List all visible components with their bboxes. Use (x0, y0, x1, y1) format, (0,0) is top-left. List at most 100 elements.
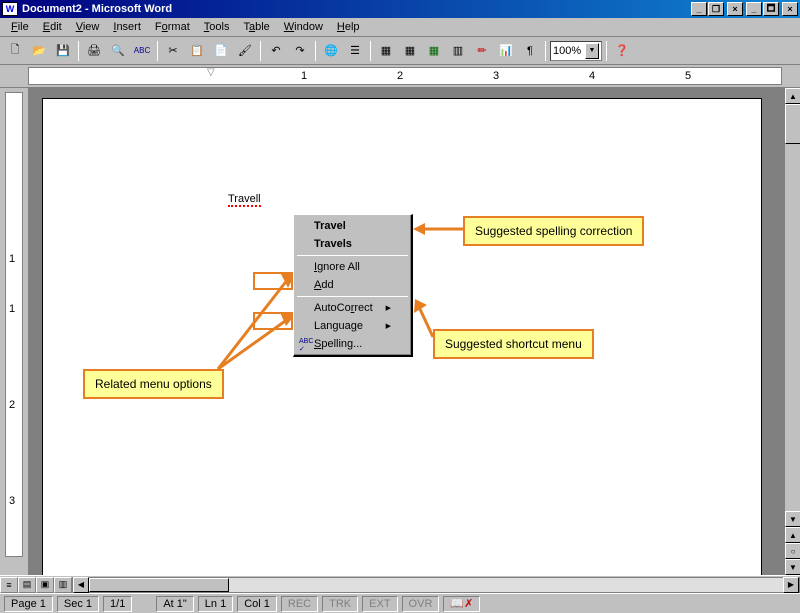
tables-button[interactable]: ▦ (375, 40, 397, 62)
prev-page-button[interactable]: ▲ (785, 527, 800, 543)
horizontal-ruler[interactable]: 1 2 3 4 5 ▽ (28, 67, 782, 85)
scroll-left-button[interactable]: ◀ (73, 577, 89, 593)
menu-format[interactable]: Format (148, 19, 197, 35)
minimize-button-outer[interactable]: _ (691, 2, 707, 16)
divider (157, 41, 158, 61)
ruler-mark: 1 (301, 70, 307, 82)
outline-view-button[interactable]: ▤ (18, 577, 36, 593)
page-layout-view-button[interactable]: ▣ (36, 577, 54, 593)
misspelled-word[interactable]: Travell (228, 189, 261, 207)
spelling-button[interactable]: ABC (131, 40, 153, 62)
ruler-mark: 5 (685, 70, 691, 82)
standard-toolbar: 🗋 📂 💾 🖨 🔍 ABC ✂ 📋 📄 🖌 ↶ ↷ 🌐 ☰ ▦ ▦ ▦ ▥ ✏ … (0, 37, 800, 65)
redo-button[interactable]: ↷ (289, 40, 311, 62)
document-viewport[interactable]: Travell Travel Travels Ignore All Add Au… (28, 88, 800, 575)
scroll-up-button[interactable]: ▲ (785, 88, 800, 104)
horizontal-scrollbar[interactable]: ◀ ▶ (72, 577, 800, 593)
close-button-inner[interactable]: × (782, 2, 798, 16)
autocorrect-item[interactable]: AutoCorrect▶ (296, 299, 409, 317)
menu-view[interactable]: View (69, 19, 107, 35)
print-preview-button[interactable]: 🔍 (107, 40, 129, 62)
vertical-ruler-col: 1 1 2 3 (0, 88, 28, 575)
callout-correction: Suggested spelling correction (463, 216, 644, 246)
divider (545, 41, 546, 61)
master-view-button[interactable]: ▥ (54, 577, 72, 593)
document-area: 1 1 2 3 Travell Travel Travels Ignore Al… (0, 88, 800, 575)
suggestion-travel[interactable]: Travel (296, 217, 409, 235)
browse-object-button[interactable]: ○ (785, 543, 800, 559)
scroll-down-button[interactable]: ▼ (785, 511, 800, 527)
menu-table[interactable]: Table (236, 19, 276, 35)
paste-button[interactable]: 📄 (210, 40, 232, 62)
close-button-outer[interactable]: × (727, 2, 743, 16)
zoom-dropdown-arrow[interactable]: ▼ (585, 43, 599, 59)
undo-button[interactable]: ↶ (265, 40, 287, 62)
menu-tools[interactable]: Tools (197, 19, 237, 35)
suggestion-travels[interactable]: Travels (296, 235, 409, 253)
zoom-combo[interactable]: 100% ▼ (550, 41, 602, 61)
vertical-scrollbar[interactable]: ▲ ▼ ▲ ○ ▼ (784, 88, 800, 575)
indent-marker[interactable]: ▽ (207, 67, 215, 78)
spelling-item[interactable]: ABC✓Spelling... (296, 335, 409, 353)
window-controls: _ ❐ × _ 🗖 × (691, 2, 798, 16)
status-rec[interactable]: REC (281, 596, 318, 612)
print-button[interactable]: 🖨 (83, 40, 105, 62)
status-page: Page 1 (4, 596, 53, 612)
next-page-button[interactable]: ▼ (785, 559, 800, 575)
copy-button[interactable]: 📋 (186, 40, 208, 62)
menu-help[interactable]: Help (330, 19, 367, 35)
status-ext[interactable]: EXT (362, 596, 397, 612)
statusbar: Page 1 Sec 1 1/1 At 1" Ln 1 Col 1 REC TR… (0, 593, 800, 613)
ruler-area: 1 2 3 4 5 ▽ (0, 65, 800, 88)
insert-table-button[interactable]: ▦ (399, 40, 421, 62)
menu-edit[interactable]: Edit (36, 19, 69, 35)
columns-button[interactable]: ▥ (447, 40, 469, 62)
menu-separator (297, 255, 408, 256)
ruler-mark: 3 (493, 70, 499, 82)
excel-button[interactable]: ▦ (423, 40, 445, 62)
app-icon: W (2, 2, 18, 16)
menu-window[interactable]: Window (277, 19, 330, 35)
menu-file[interactable]: File (4, 19, 36, 35)
drawing-button[interactable]: ✏ (471, 40, 493, 62)
divider (606, 41, 607, 61)
abc-check-icon: ABC✓ (299, 338, 313, 353)
ignore-all-item[interactable]: Ignore All (296, 258, 409, 276)
status-spellcheck-icon[interactable]: 📖✗ (443, 596, 480, 612)
menu-separator (297, 296, 408, 297)
show-hide-button[interactable]: ¶ (519, 40, 541, 62)
new-button[interactable]: 🗋 (4, 40, 26, 62)
normal-view-button[interactable]: ≡ (0, 577, 18, 593)
vruler-mark: 1 (9, 253, 15, 265)
vertical-ruler[interactable]: 1 1 2 3 (5, 92, 23, 557)
web-toolbar-button[interactable]: ☰ (344, 40, 366, 62)
document-map-button[interactable]: 📊 (495, 40, 517, 62)
status-pages: 1/1 (103, 596, 132, 612)
scroll-right-button[interactable]: ▶ (783, 577, 799, 593)
scroll-thumb[interactable] (785, 104, 800, 144)
language-item[interactable]: Language▶ (296, 317, 409, 335)
minimize-button-inner[interactable]: _ (746, 2, 762, 16)
arrow-icon (413, 222, 463, 236)
add-item[interactable]: Add (296, 276, 409, 294)
zoom-value: 100% (553, 45, 581, 57)
arrow-icon (208, 264, 298, 374)
help-button[interactable]: ❓ (611, 40, 633, 62)
open-button[interactable]: 📂 (28, 40, 50, 62)
titlebar: W Document2 - Microsoft Word _ ❐ × _ 🗖 × (0, 0, 800, 18)
hyperlink-button[interactable]: 🌐 (320, 40, 342, 62)
status-ovr[interactable]: OVR (402, 596, 440, 612)
restore-button-outer[interactable]: ❐ (708, 2, 724, 16)
page[interactable]: Travell Travel Travels Ignore All Add Au… (42, 98, 762, 575)
maximize-button-inner[interactable]: 🗖 (763, 2, 779, 16)
status-line: Ln 1 (198, 596, 233, 612)
divider (370, 41, 371, 61)
format-painter-button[interactable]: 🖌 (234, 40, 256, 62)
status-column: Col 1 (237, 596, 277, 612)
h-scroll-thumb[interactable] (89, 578, 229, 592)
status-trk[interactable]: TRK (322, 596, 358, 612)
save-button[interactable]: 💾 (52, 40, 74, 62)
cut-button[interactable]: ✂ (162, 40, 184, 62)
menu-insert[interactable]: Insert (106, 19, 148, 35)
ruler-mark: 2 (397, 70, 403, 82)
